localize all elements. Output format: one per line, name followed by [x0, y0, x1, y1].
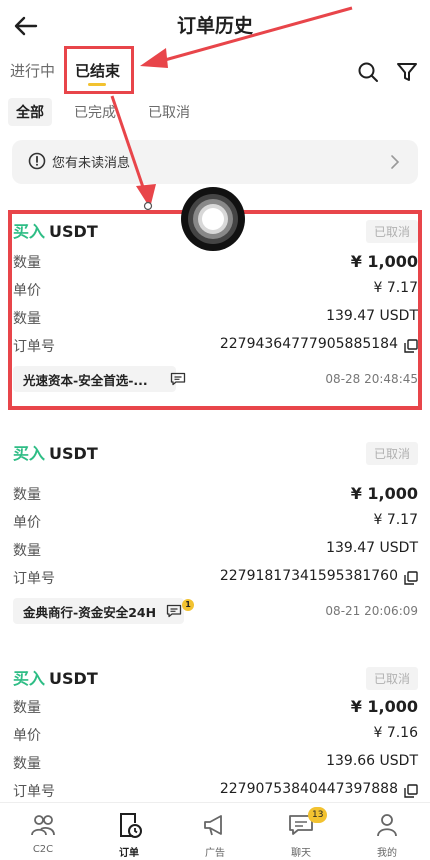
copy-icon[interactable] — [404, 571, 418, 585]
order-id-row: 订单号 22791817341595381760 — [13, 568, 418, 590]
order-id-label: 订单号 — [13, 784, 55, 800]
subtab-completed[interactable]: 已完成 — [66, 98, 124, 126]
quantity-label: 数量 — [13, 543, 41, 559]
copy-icon[interactable] — [404, 784, 418, 798]
chat-icon[interactable] — [166, 604, 182, 618]
order-coin: USDT — [49, 444, 98, 463]
tab-in-progress[interactable]: 进行中 — [10, 60, 55, 81]
quantity-row: 数量 139.47 USDT — [13, 540, 418, 562]
status-badge: 已取消 — [365, 667, 418, 690]
order-time: 08-21 20:06:09 — [325, 604, 418, 618]
order-side: 买入 — [13, 444, 46, 463]
quantity-value: 139.66 USDT — [326, 753, 418, 769]
order-id-row: 订单号 22790753840447397888 — [13, 781, 418, 803]
price-label: 单价 — [13, 515, 41, 531]
cursor-dot — [143, 201, 153, 211]
result-filter: 全部 已完成 已取消 — [0, 96, 430, 128]
merchant-chip[interactable]: 金典商行-资金安全24H — [13, 598, 185, 624]
amount-row: 数量 ¥ 1,000 — [13, 484, 418, 506]
price-value: ¥ 7.16 — [373, 725, 418, 741]
order-id-value: 22791817341595381760 — [219, 568, 398, 584]
order-side: 买入 — [13, 669, 46, 688]
person-icon — [377, 814, 397, 837]
chevron-right-icon — [391, 155, 400, 169]
chat-unread-badge: 13 — [308, 807, 328, 823]
amount-value: ¥ 1,000 — [350, 484, 418, 503]
tab-label: 聊天 — [291, 848, 311, 859]
order-clock-icon — [120, 813, 142, 838]
order-coin: USDT — [49, 669, 98, 688]
price-row: 单价 ¥ 7.17 — [13, 512, 418, 534]
price-value: ¥ 7.17 — [373, 512, 418, 528]
quantity-value: 139.47 USDT — [326, 540, 418, 556]
order-card[interactable]: 买入 USDT 已取消 数量 ¥ 1,000 单价 ¥ 7.17 数量 139.4… — [0, 440, 430, 630]
order-id-label: 订单号 — [13, 571, 55, 587]
tab-label: 广告 — [205, 848, 225, 859]
header: 订单历史 — [0, 0, 430, 50]
info-icon — [28, 152, 46, 170]
subtab-cancelled[interactable]: 已取消 — [140, 98, 198, 126]
notice-text: 您有未读消息 — [52, 156, 131, 171]
order-title: 买入 USDT — [13, 440, 98, 466]
order-card[interactable]: 买入 USDT 已取消 数量 ¥ 1,000 单价 ¥ 7.16 数量 139.6… — [0, 665, 430, 805]
filter-icon[interactable] — [395, 60, 419, 84]
highlight-box-tab — [64, 46, 134, 94]
subtab-all[interactable]: 全部 — [8, 98, 52, 126]
tab-orders[interactable]: 订单 — [86, 803, 172, 860]
arrowhead — [136, 184, 156, 208]
tab-profile[interactable]: 我的 — [344, 803, 430, 860]
tab-label: 订单 — [119, 848, 139, 859]
quantity-label: 数量 — [13, 756, 41, 772]
price-label: 单价 — [13, 728, 41, 744]
search-icon[interactable] — [356, 60, 380, 84]
order-title: 买入 USDT — [13, 665, 98, 691]
amount-label: 数量 — [13, 700, 41, 716]
tab-chat[interactable]: 13 聊天 — [258, 803, 344, 860]
tab-ads[interactable]: 广告 — [172, 803, 258, 860]
tab-label: 我的 — [377, 848, 397, 859]
amount-value: ¥ 1,000 — [350, 697, 418, 716]
price-row: 单价 ¥ 7.16 — [13, 725, 418, 747]
amount-label: 数量 — [13, 487, 41, 503]
quantity-row: 数量 139.66 USDT — [13, 753, 418, 775]
loading-spinner-icon — [181, 187, 245, 251]
status-badge: 已取消 — [365, 442, 418, 465]
tab-label: C2C — [32, 844, 54, 855]
order-id-value: 22790753840447397888 — [219, 781, 398, 797]
unread-notice[interactable]: 您有未读消息 — [12, 140, 418, 184]
amount-row: 数量 ¥ 1,000 — [13, 697, 418, 719]
page-title: 订单历史 — [176, 15, 253, 37]
megaphone-icon — [204, 815, 222, 836]
tab-c2c[interactable]: C2C — [0, 803, 86, 860]
bottom-tab-bar: C2C 订单 广告 13 聊天 我的 — [0, 802, 430, 860]
users-icon — [31, 815, 55, 836]
unread-badge: 1 — [182, 599, 194, 611]
